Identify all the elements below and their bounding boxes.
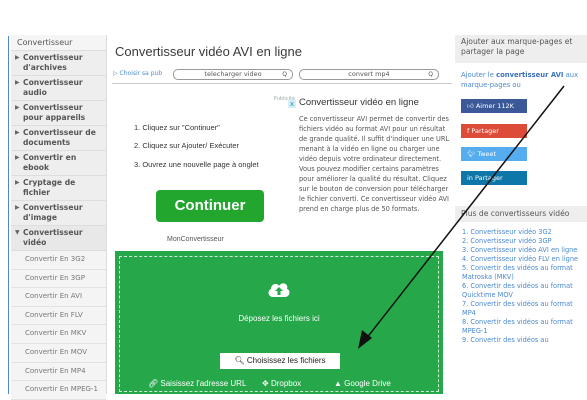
sidebar-subitem-flv[interactable]: Convertir En FLV [11,306,106,326]
list-item[interactable]: 8. Convertir des vidéos au format MPEG-1 [462,318,584,336]
caret-right-icon: ▶ [15,154,20,161]
page-frame-line [8,36,9,394]
list-item[interactable]: 9. Convertir des vidéos au [462,336,584,345]
google-drive-option[interactable]: ▲ Google Drive [334,379,391,388]
right-column: Ajouter aux marque-pages et partager la … [455,35,587,394]
ad-search-box-1[interactable]: telecharger video Q [173,69,293,80]
divider [112,83,452,84]
sidebar-header: Convertisseur [11,35,106,51]
google-share-button[interactable]: f Partager [461,124,527,138]
ad-close-icon[interactable]: x [288,100,296,108]
sidebar-subitem-3g2[interactable]: Convertir En 3G2 [11,251,106,270]
thumbs-up-icon: 👍︎ [467,102,476,110]
sidebar-item-audio[interactable]: ▶ Convertisseur audio [11,76,106,101]
ad-step-1: 1. Cliquez sur "Continuer" [134,123,220,132]
list-item[interactable]: 1. Convertisseur vidéo 3G2 [462,228,584,237]
sidebar-item-label: Convertir en ebook [23,153,77,172]
upload-area[interactable]: Déposez les fichiers ici 🔍︎ Choisissez l… [115,251,443,394]
dropbox-option[interactable]: ✥ Dropbox [262,379,301,388]
ad-step-3: 3. Ouvrez une nouvelle page à onglet [134,160,259,169]
list-item[interactable]: 6. Convertir des vidéos au format Quickt… [462,282,584,300]
sidebar: Convertisseur ▶ Convertisseur d'archives … [11,35,107,400]
page-title: Convertisseur vidéo AVI en ligne [115,44,302,59]
drop-zone[interactable]: Déposez les fichiers ici 🔍︎ Choisissez l… [119,256,439,392]
list-item[interactable]: 7. Convertir des vidéos au format MP4 [462,300,584,318]
sidebar-item-documents[interactable]: ▶ Convertisseur de documents [11,126,106,151]
sidebar-subitem-mov[interactable]: Convertir En MOV [11,343,106,363]
caret-right-icon: ▶ [15,129,20,136]
bookmark-header: Ajouter aux marque-pages et partager la … [455,35,587,63]
sidebar-item-label: Convertisseur vidéo [23,228,83,247]
sidebar-item-label: Convertisseur audio [23,78,83,97]
linkedin-share-button[interactable]: in Partager [461,171,527,185]
caret-right-icon: ▶ [15,179,20,186]
list-item[interactable]: 3. Convertisseur vidéo AVI en ligne [462,246,584,255]
url-option[interactable]: 🔗︎ Saisissez l'adresse URL [148,379,246,388]
caret-down-icon: ▼ [15,229,20,236]
search-icon: 🔍︎ [234,356,247,365]
tweet-button[interactable]: 🐦︎ Tweet [461,147,527,161]
more-converters-header: Plus de convertisseurs vidéo [455,206,587,222]
caret-right-icon: ▶ [15,79,20,86]
bookmark-text: Ajouter le convertisseur AVI aux marque-… [461,71,579,89]
sidebar-item-label: Convertisseur d'archives [23,53,83,72]
linkedin-icon: in [467,174,475,182]
caret-right-icon: ▶ [15,104,20,111]
search-icon: Q [428,71,433,78]
sidebar-item-label: Convertisseur pour appareils [23,103,86,122]
ad-search-row: ▷ Choisir sa pub telecharger video Q conv… [112,69,450,80]
choose-files-label: Choisissez les fichiers [246,356,326,365]
sidebar-item-ebook[interactable]: ▶ Convertir en ebook [11,151,106,176]
choose-files-button[interactable]: 🔍︎ Choisissez les fichiers [220,353,340,369]
link-icon: 🔗︎ [148,379,161,388]
description-title: Convertisseur vidéo en ligne [299,97,419,108]
ad-box: Publicité x 1. Cliquez sur "Continuer" 2… [112,96,296,246]
ad-choices-link[interactable]: ▷ Choisir sa pub [113,70,162,77]
ad-continue-button[interactable]: Continuer [156,190,264,222]
ad-search-box-2[interactable]: convert mp4 Q [299,69,439,80]
twitter-icon: 🐦︎ [467,150,478,158]
sidebar-item-encryption[interactable]: ▶ Cryptage de fichier [11,176,106,201]
search-icon: Q [282,71,287,78]
drop-files-text: Déposez les fichiers ici [238,314,320,323]
sidebar-item-image[interactable]: ▶ Convertisseur d'image [11,201,106,226]
sidebar-item-video[interactable]: ▼ Convertisseur vidéo [11,226,106,251]
list-item[interactable]: 2. Convertisseur vidéo 3GP [462,237,584,246]
more-converters-list: 1. Convertisseur vidéo 3G2 2. Convertiss… [462,228,584,345]
ad-step-2: 2. Cliquez sur Ajouter/ Exécuter [134,141,240,150]
sidebar-item-label: Cryptage de fichier [23,178,76,197]
sidebar-subitem-mkv[interactable]: Convertir En MKV [11,325,106,344]
sidebar-item-archives[interactable]: ▶ Convertisseur d'archives [11,51,106,76]
sidebar-subitem-mp4[interactable]: Convertir En MP4 [11,362,106,382]
google-drive-icon: ▲ [334,379,345,388]
caret-right-icon: ▶ [15,54,20,61]
sidebar-subitem-avi[interactable]: Convertir En AVI [11,288,106,307]
sidebar-subitem-mpeg1[interactable]: Convertir En MPEG-1 [11,381,106,400]
dropbox-icon: ✥ [262,379,271,388]
facebook-like-button[interactable]: 👍︎ Aimer 112K [461,99,527,113]
sidebar-item-label: Convertisseur de documents [23,128,96,147]
sidebar-item-label: Convertisseur d'image [23,203,83,222]
description-text: Ce convertisseur AVI permet de convertir… [299,115,450,213]
list-item[interactable]: 5. Convertir des vidéos au format Matros… [462,264,584,282]
caret-right-icon: ▶ [15,204,20,211]
sidebar-subitem-3gp[interactable]: Convertir En 3GP [11,269,106,289]
ad-brand: MonConvertisseur [167,236,224,243]
list-item[interactable]: 4. Convertisseur vidéo FLV en ligne [462,255,584,264]
bookmark-link[interactable]: convertisseur AVI [496,71,563,79]
upload-cloud-icon [268,283,290,297]
sidebar-item-devices[interactable]: ▶ Convertisseur pour appareils [11,101,106,126]
